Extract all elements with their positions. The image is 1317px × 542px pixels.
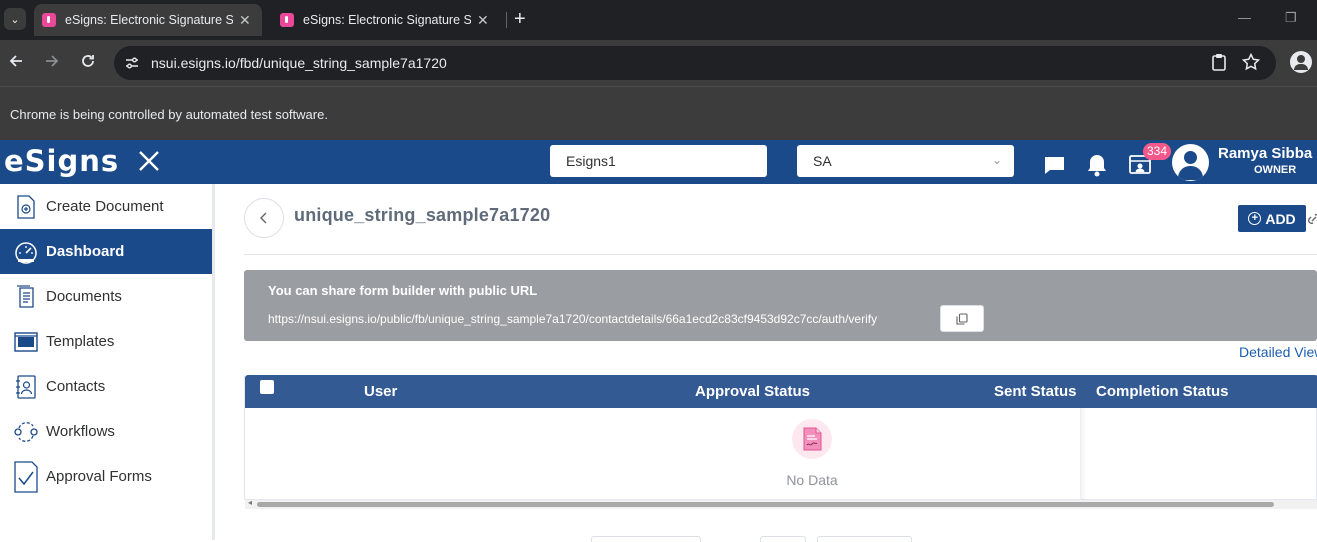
pagination-jumper[interactable]: [817, 536, 912, 542]
sidebar-item-label: Templates: [46, 333, 115, 350]
chevron-down-icon: ⌄: [991, 153, 1002, 167]
sidebar-item-templates[interactable]: Templates: [0, 319, 212, 364]
pagination-page-size[interactable]: [760, 536, 806, 542]
sidebar-item-label: Workflows: [46, 423, 115, 440]
company-input[interactable]: [550, 145, 767, 177]
link-icon[interactable]: [1308, 212, 1317, 226]
forward-arrow-icon[interactable]: [44, 53, 60, 74]
automation-infobar: Chrome is being controlled by automated …: [0, 86, 1317, 140]
column-header-user[interactable]: User: [364, 383, 397, 400]
role-select[interactable]: SA ⌄: [797, 145, 1014, 177]
url-text: nsui.esigns.io/fbd/unique_string_sample7…: [151, 55, 447, 71]
site-settings-icon[interactable]: [124, 55, 140, 71]
copy-icon: [956, 312, 968, 325]
bell-icon[interactable]: [1086, 153, 1108, 177]
sidebar-item-label: Approval Forms: [46, 468, 152, 485]
empty-state-text: No Data: [786, 472, 838, 488]
select-all-checkbox[interactable]: [260, 380, 274, 394]
browser-tab-strip: ⌄ eSigns: Electronic Signature Sof ✕ eSi…: [0, 0, 1317, 40]
tab-separator: [506, 12, 507, 28]
sidebar-item-label: Contacts: [46, 378, 106, 395]
public-url-text: https://nsui.esigns.io/public/fb/unique_…: [268, 312, 878, 326]
horizontal-scrollbar[interactable]: ◂: [245, 498, 1317, 509]
pagination-pager[interactable]: [591, 536, 701, 542]
tab-title: eSigns: Electronic Signature Sof: [65, 13, 233, 27]
public-url-title: You can share form builder with public U…: [268, 283, 538, 298]
sidebar-item-documents[interactable]: Documents: [0, 274, 212, 319]
back-arrow-icon[interactable]: [8, 53, 24, 74]
sidebar: Create Document Dashboard Documents Temp…: [0, 184, 212, 540]
workflows-icon: [0, 409, 46, 454]
role-select-value: SA: [813, 153, 832, 169]
reload-icon[interactable]: [80, 53, 96, 74]
templates-icon: [0, 319, 46, 364]
page-title: unique_string_sample7a1720: [294, 205, 551, 225]
chat-icon[interactable]: [1043, 155, 1065, 175]
notification-badge: 334: [1143, 143, 1172, 160]
approval-forms-icon: [0, 454, 46, 499]
sidebar-item-workflows[interactable]: Workflows: [0, 409, 212, 454]
column-header-approval-status[interactable]: Approval Status: [695, 383, 810, 400]
new-tab-button[interactable]: +: [514, 8, 526, 30]
add-button[interactable]: + ADD: [1238, 205, 1306, 232]
close-menu-icon[interactable]: [138, 150, 160, 172]
app-header: eSigns SA ⌄ 334 Ramya Sibba OWNER: [0, 140, 1317, 184]
create-document-icon: [0, 184, 46, 229]
plus-circle-icon: +: [1248, 212, 1262, 225]
tab-search-chevron-icon[interactable]: ⌄: [4, 8, 26, 30]
tab-title: eSigns: Electronic Signature Sof: [303, 13, 471, 27]
sidebar-item-label: Documents: [46, 288, 122, 305]
no-data-document-icon: [792, 419, 832, 459]
documents-icon: [0, 274, 46, 319]
sidebar-item-approval-forms[interactable]: Approval Forms: [0, 454, 212, 499]
main-content: unique_string_sample7a1720 + ADD You can…: [215, 184, 1317, 542]
back-button[interactable]: [244, 198, 284, 238]
address-bar[interactable]: nsui.esigns.io/fbd/unique_string_sample7…: [114, 46, 1276, 80]
restore-icon[interactable]: ❐: [1285, 10, 1297, 26]
chevron-left-icon: [260, 212, 267, 224]
clipboard-icon[interactable]: [1211, 53, 1227, 76]
contacts-icon: [0, 364, 46, 409]
esigns-favicon-icon: [42, 13, 56, 27]
bookmark-star-icon[interactable]: [1241, 52, 1261, 76]
detailed-view-link[interactable]: Detailed View: [1239, 344, 1317, 360]
copy-url-button[interactable]: [940, 305, 984, 332]
divider: [244, 254, 1317, 255]
dashboard-icon: [0, 229, 46, 274]
browser-tab-active[interactable]: eSigns: Electronic Signature Sof ✕: [34, 4, 262, 36]
minimize-icon[interactable]: —: [1238, 10, 1251, 25]
automation-notice: Chrome is being controlled by automated …: [10, 107, 328, 122]
public-url-panel: You can share form builder with public U…: [244, 270, 1317, 341]
table-header: User Approval Status Sent Status Complet…: [245, 375, 1317, 408]
user-name[interactable]: Ramya Sibba: [1218, 145, 1312, 162]
fixed-column-shadow: [1081, 408, 1087, 500]
tab-close-icon[interactable]: ✕: [477, 12, 489, 29]
sidebar-item-create-document[interactable]: Create Document: [0, 184, 212, 229]
scrollbar-thumb[interactable]: [257, 502, 1274, 507]
add-button-label: ADD: [1265, 210, 1296, 227]
esigns-favicon-icon: [280, 13, 294, 27]
column-header-completion-status[interactable]: Completion Status: [1096, 383, 1229, 400]
browser-profile-icon[interactable]: [1290, 51, 1312, 73]
esigns-logo[interactable]: eSigns: [4, 144, 119, 178]
submissions-table: User Approval Status Sent Status Complet…: [244, 375, 1317, 509]
column-header-sent-status[interactable]: Sent Status: [994, 383, 1077, 400]
scroll-left-icon[interactable]: ◂: [248, 498, 252, 507]
sidebar-item-contacts[interactable]: Contacts: [0, 364, 212, 409]
avatar[interactable]: [1172, 144, 1209, 181]
sidebar-item-label: Dashboard: [46, 243, 125, 260]
user-role: OWNER: [1254, 164, 1297, 176]
sidebar-item-dashboard[interactable]: Dashboard: [0, 229, 212, 274]
browser-tab[interactable]: eSigns: Electronic Signature Sof ✕: [272, 4, 500, 36]
browser-toolbar: nsui.esigns.io/fbd/unique_string_sample7…: [0, 40, 1317, 86]
sidebar-item-label: Create Document: [46, 198, 164, 215]
tab-close-icon[interactable]: ✕: [239, 12, 251, 29]
